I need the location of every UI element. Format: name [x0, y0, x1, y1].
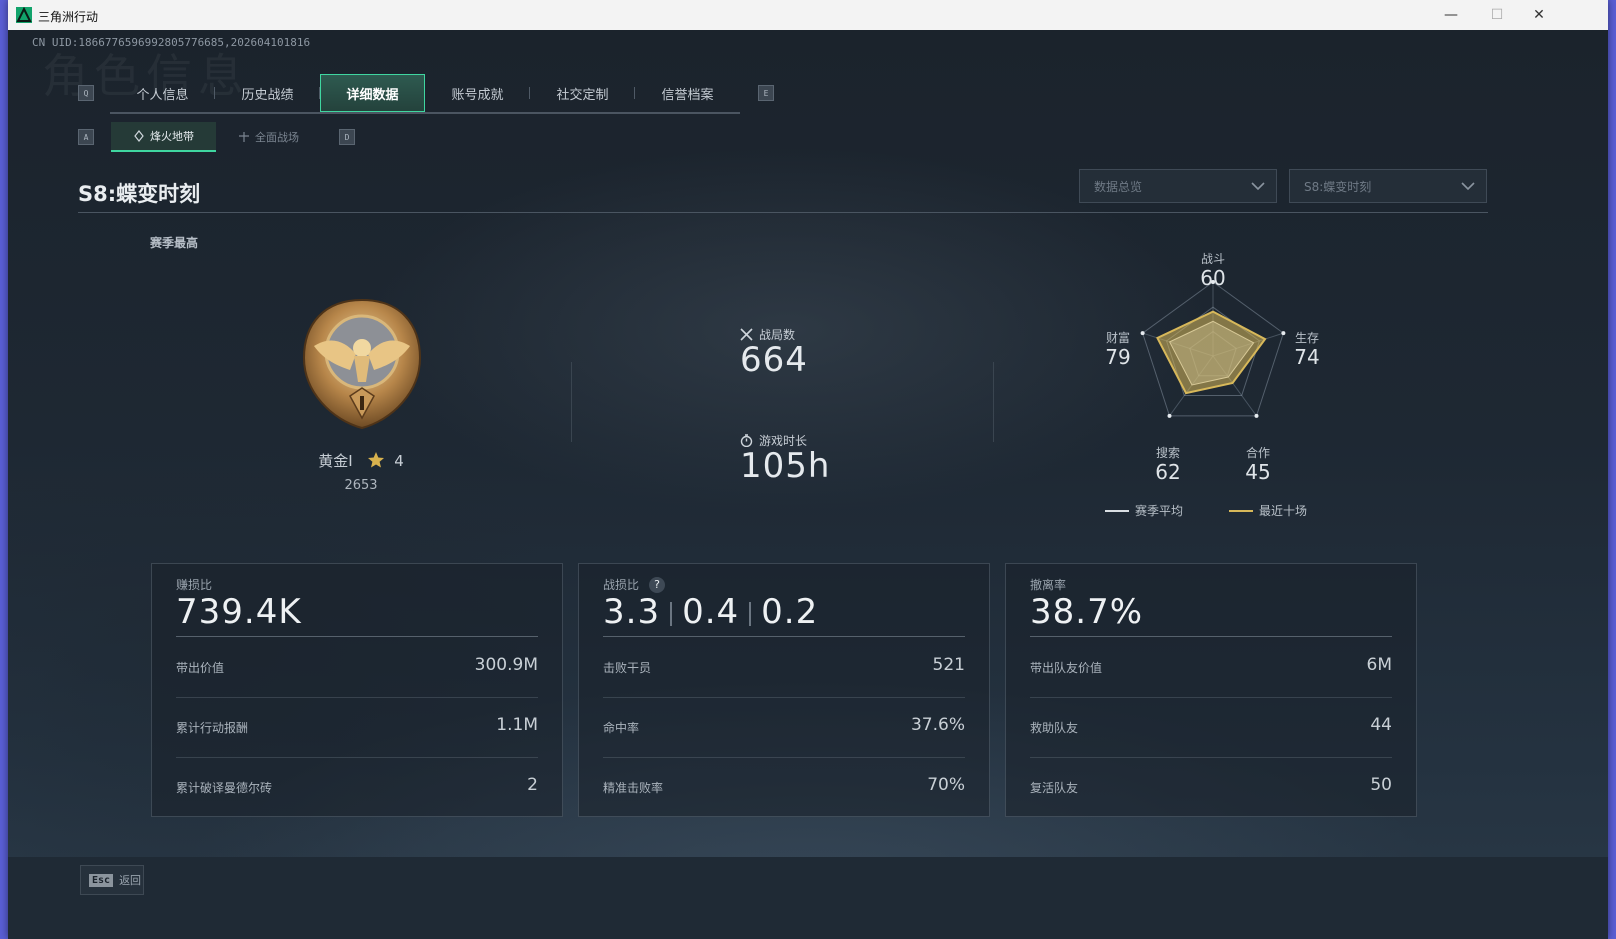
card-row: 带出价值 300.9M	[176, 637, 538, 698]
season-best-label: 赛季最高	[150, 236, 199, 250]
radar-vertex-dot	[1167, 413, 1172, 418]
tab-social[interactable]: 社交定制	[530, 74, 635, 112]
card-row: 精准击败率 70%	[603, 775, 965, 795]
close-button[interactable]: ✕	[1516, 0, 1562, 30]
divider	[571, 362, 572, 442]
battlefield-icon	[239, 132, 249, 142]
window-title: 三角洲行动	[38, 10, 99, 24]
main-content: 角色信息 CN UID:1866776596992805776685,20260…	[8, 30, 1608, 939]
legend-recent-ten: 最近十场	[1229, 502, 1307, 519]
tab-personal-info[interactable]: 个人信息	[110, 74, 215, 112]
radar-series-recent-ten	[1156, 310, 1267, 395]
radar-value-coop: 45	[1245, 460, 1271, 484]
radar-value-combat: 60	[1200, 266, 1226, 290]
rank-name: 黄金I	[318, 452, 353, 470]
radar-value-survival: 74	[1294, 345, 1320, 369]
kd-card: 战损比 ? 3.3 0.4 0.2 击败干员 521 命中率 37.6% 精准击败率 70…	[578, 563, 990, 817]
uid-text: CN UID:1866776596992805776685,2026041018…	[32, 36, 311, 49]
season-title: S8:蝶变时刻	[78, 182, 201, 206]
subtab-zone[interactable]: 烽火地带	[111, 122, 216, 152]
view-dropdown[interactable]: 数据总览	[1079, 169, 1277, 203]
radar-value-wealth: 79	[1105, 345, 1131, 369]
extraction-card: 撤离率 38.7% 带出队友价值 6M 救助队友 44 复活队友 50	[1005, 563, 1417, 817]
radar-vertex-dot	[1140, 331, 1145, 336]
card-row: 命中率 37.6%	[603, 697, 965, 758]
card-row: 累计行动报酬 1.1M	[176, 697, 538, 758]
ability-radar-chart: 战斗 60 生存 74 合作 45 搜索 62 财富 79	[1098, 250, 1328, 510]
view-dropdown-value: 数据总览	[1094, 179, 1143, 194]
app-window: 三角洲行动 — ☐ ✕ 角色信息 CN UID:1866776596992805…	[8, 0, 1608, 939]
back-label: 返回	[119, 874, 142, 887]
radar-label-search: 搜索	[1155, 446, 1180, 460]
radar-value-search: 62	[1155, 460, 1181, 484]
card-main-value: 739.4K	[176, 592, 302, 632]
radar-label-wealth: 财富	[1105, 331, 1130, 345]
esc-key-icon: Esc	[89, 873, 114, 887]
help-icon[interactable]: ?	[649, 576, 666, 593]
radar-label-combat: 战斗	[1200, 252, 1225, 266]
tab-history[interactable]: 历史战绩	[215, 74, 320, 112]
app-logo-icon	[16, 7, 32, 23]
prev-subtab-key-hint[interactable]: A	[78, 129, 94, 145]
gold-rank-medal-icon	[302, 298, 422, 430]
legend-season-average: 赛季平均	[1105, 502, 1183, 519]
profit-card: 赚损比 739.4K 带出价值 300.9M 累计行动报酬 1.1M 累计破译曼德尔…	[151, 563, 563, 817]
star-icon	[368, 452, 385, 468]
maximize-button[interactable]: ☐	[1474, 0, 1520, 30]
card-row: 带出队友价值 6M	[1030, 637, 1392, 698]
radar-vertex-dot	[1254, 413, 1259, 418]
divider	[993, 362, 994, 442]
desktop-background	[1608, 30, 1616, 130]
season-dropdown[interactable]: S8:蝶变时刻	[1289, 169, 1487, 203]
season-dropdown-value: S8:蝶变时刻	[1304, 179, 1372, 194]
card-main-value: 38.7%	[1030, 592, 1144, 632]
next-tab-key-hint[interactable]: E	[758, 85, 774, 101]
card-row: 复活队友 50	[1030, 775, 1392, 795]
card-main-value: 3.3 0.4 0.2	[603, 592, 819, 632]
title-bar: 三角洲行动 — ☐ ✕	[8, 0, 1608, 30]
main-tabs: 个人信息 历史战绩 详细数据 账号成就 社交定制 信誉档案	[110, 74, 740, 114]
chevron-down-icon	[1461, 182, 1475, 191]
rank-display: 黄金I 4	[8, 450, 714, 471]
minimize-button[interactable]: —	[1428, 0, 1474, 30]
playtime-value: 105h	[740, 446, 831, 486]
chevron-down-icon	[1251, 182, 1265, 191]
card-row: 救助队友 44	[1030, 697, 1392, 758]
legend-line	[1105, 509, 1129, 512]
divider	[78, 212, 1488, 213]
rank-stars: 4	[394, 452, 404, 470]
tab-detailed-data[interactable]: 详细数据	[320, 74, 425, 112]
radar-label-coop: 合作	[1245, 446, 1270, 460]
subtab-battlefield[interactable]: 全面战场	[216, 122, 321, 152]
matches-value: 664	[740, 340, 808, 380]
mode-subtabs: 烽火地带 全面战场	[111, 122, 321, 152]
radar-vertex-dot	[1281, 331, 1286, 336]
tab-achievements[interactable]: 账号成就	[425, 74, 530, 112]
card-caption: 战损比 ?	[603, 576, 666, 593]
legend-line	[1229, 509, 1253, 512]
rank-score: 2653	[344, 478, 378, 493]
card-caption: 赚损比	[176, 578, 213, 592]
back-button[interactable]: Esc 返回	[80, 865, 144, 895]
footer-bar: Esc 返回	[8, 857, 1608, 939]
card-caption: 撤离率	[1030, 578, 1067, 592]
next-subtab-key-hint[interactable]: D	[339, 129, 355, 145]
prev-tab-key-hint[interactable]: Q	[78, 85, 94, 101]
card-row: 累计破译曼德尔砖 2	[176, 775, 538, 795]
radar-label-survival: 生存	[1294, 331, 1319, 345]
zone-icon	[134, 130, 144, 142]
card-row: 击败干员 521	[603, 637, 965, 698]
tab-reputation[interactable]: 信誉档案	[635, 74, 740, 112]
